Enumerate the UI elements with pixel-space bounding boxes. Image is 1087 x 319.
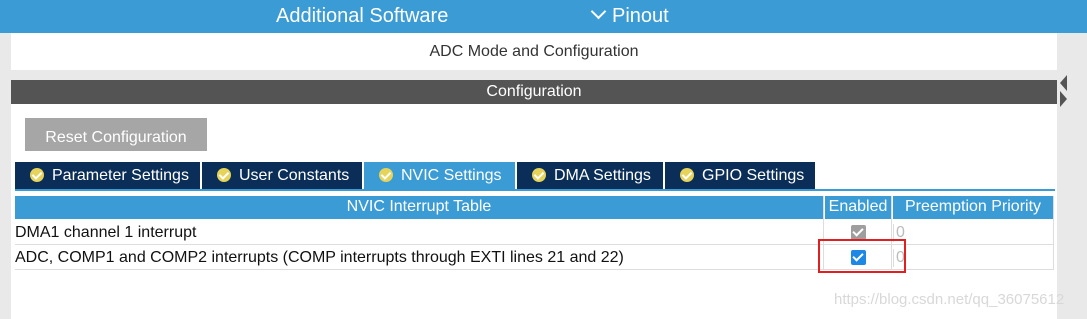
additional-software-menu[interactable]: Additional Software bbox=[276, 5, 448, 28]
watermark: https://blog.csdn.net/qq_36075612 bbox=[834, 291, 1065, 308]
side-panel-toggle[interactable] bbox=[1058, 33, 1087, 319]
collapse-left-icon[interactable] bbox=[1060, 75, 1067, 91]
tab-label: Parameter Settings bbox=[52, 167, 189, 184]
tab-parameter-settings[interactable]: Parameter Settings bbox=[15, 162, 200, 189]
tab-label: DMA Settings bbox=[554, 167, 651, 184]
chevron-down-icon bbox=[590, 3, 607, 20]
column-divider bbox=[1053, 196, 1054, 270]
configuration-header: Configuration bbox=[11, 80, 1057, 104]
column-header-preemption-priority[interactable]: Preemption Priority bbox=[893, 196, 1053, 219]
check-circle-icon bbox=[30, 168, 44, 182]
tab-user-constants[interactable]: User Constants bbox=[202, 162, 362, 189]
pinout-menu-label: Pinout bbox=[612, 5, 669, 27]
tab-underline bbox=[15, 189, 1055, 191]
left-edge bbox=[0, 33, 11, 319]
tab-label: GPIO Settings bbox=[702, 167, 805, 184]
tab-label: User Constants bbox=[239, 167, 350, 184]
column-header-nvic-interrupt-table[interactable]: NVIC Interrupt Table bbox=[15, 196, 823, 219]
check-circle-icon bbox=[217, 168, 231, 182]
tab-dma-settings[interactable]: DMA Settings bbox=[517, 162, 663, 189]
check-circle-icon bbox=[379, 168, 393, 182]
tab-nvic-settings[interactable]: NVIC Settings bbox=[364, 162, 515, 189]
check-circle-icon bbox=[680, 168, 694, 182]
expand-right-icon[interactable] bbox=[1060, 91, 1067, 107]
enabled-checkbox[interactable] bbox=[851, 225, 866, 240]
divider bbox=[11, 70, 1057, 80]
interrupt-name: ADC, COMP1 and COMP2 interrupts (COMP in… bbox=[15, 249, 624, 266]
tab-gpio-settings[interactable]: GPIO Settings bbox=[665, 162, 815, 189]
preemption-priority-field[interactable]: 0 bbox=[893, 249, 1053, 267]
interrupt-name: DMA1 channel 1 interrupt bbox=[15, 224, 197, 241]
pinout-menu[interactable]: Pinout bbox=[590, 3, 669, 28]
check-circle-icon bbox=[532, 168, 546, 182]
mode-header: ADC Mode and Configuration bbox=[11, 33, 1057, 70]
reset-configuration-button[interactable]: Reset Configuration bbox=[25, 118, 207, 151]
column-header-enabled[interactable]: Enabled bbox=[825, 196, 891, 219]
tab-label: NVIC Settings bbox=[401, 167, 502, 184]
top-navigation-bar: Additional Software Pinout bbox=[0, 0, 1087, 33]
highlight-box bbox=[818, 239, 906, 273]
preemption-priority-field[interactable]: 0 bbox=[893, 224, 1053, 242]
